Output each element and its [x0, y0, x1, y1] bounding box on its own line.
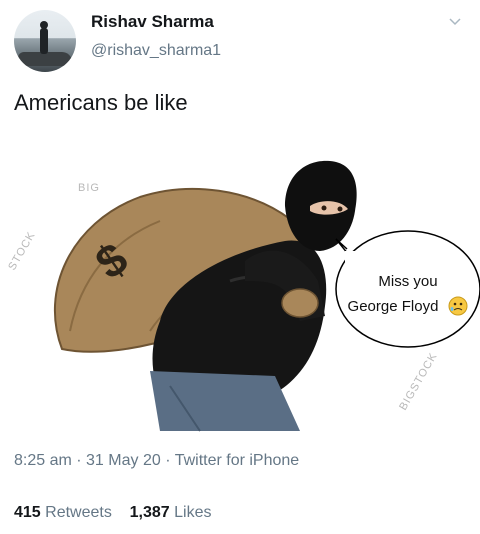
tweet-time[interactable]: 8:25 am [14, 452, 72, 469]
crying-face-emoji [448, 296, 468, 316]
tweet-image[interactable]: BIG STOCK BIG BIGSTOCK $ Miss you George… [0, 131, 480, 436]
separator: · [71, 452, 87, 469]
retweets-label: Retweets [45, 504, 112, 521]
retweets-stat[interactable]: 415 Retweets [14, 504, 112, 521]
avatar-person [40, 28, 48, 54]
likes-count: 1,387 [129, 504, 170, 521]
speech-bubble-line2: George Floyd [348, 298, 439, 315]
tweet-text: Americans be like [14, 90, 188, 115]
tweet-stats: 415 Retweets 1,387 Likes [14, 504, 212, 522]
display-name[interactable]: Rishav Sharma [91, 12, 214, 32]
tweet-date[interactable]: 31 May 20 [86, 452, 161, 469]
chevron-down-icon[interactable] [448, 14, 462, 28]
avatar[interactable] [14, 10, 76, 72]
watermark: BIG [78, 182, 100, 194]
tweet-source[interactable]: Twitter for iPhone [175, 452, 300, 469]
retweets-count: 415 [14, 504, 41, 521]
tweet-metadata: 8:25 am · 31 May 20 · Twitter for iPhone [14, 452, 299, 470]
speech-bubble-line1: Miss you [378, 273, 437, 290]
avatar-rock [18, 52, 72, 66]
likes-label: Likes [174, 504, 212, 521]
user-handle[interactable]: @rishav_sharma1 [91, 42, 221, 60]
likes-stat[interactable]: 1,387 Likes [130, 504, 212, 521]
separator: · [160, 452, 175, 469]
